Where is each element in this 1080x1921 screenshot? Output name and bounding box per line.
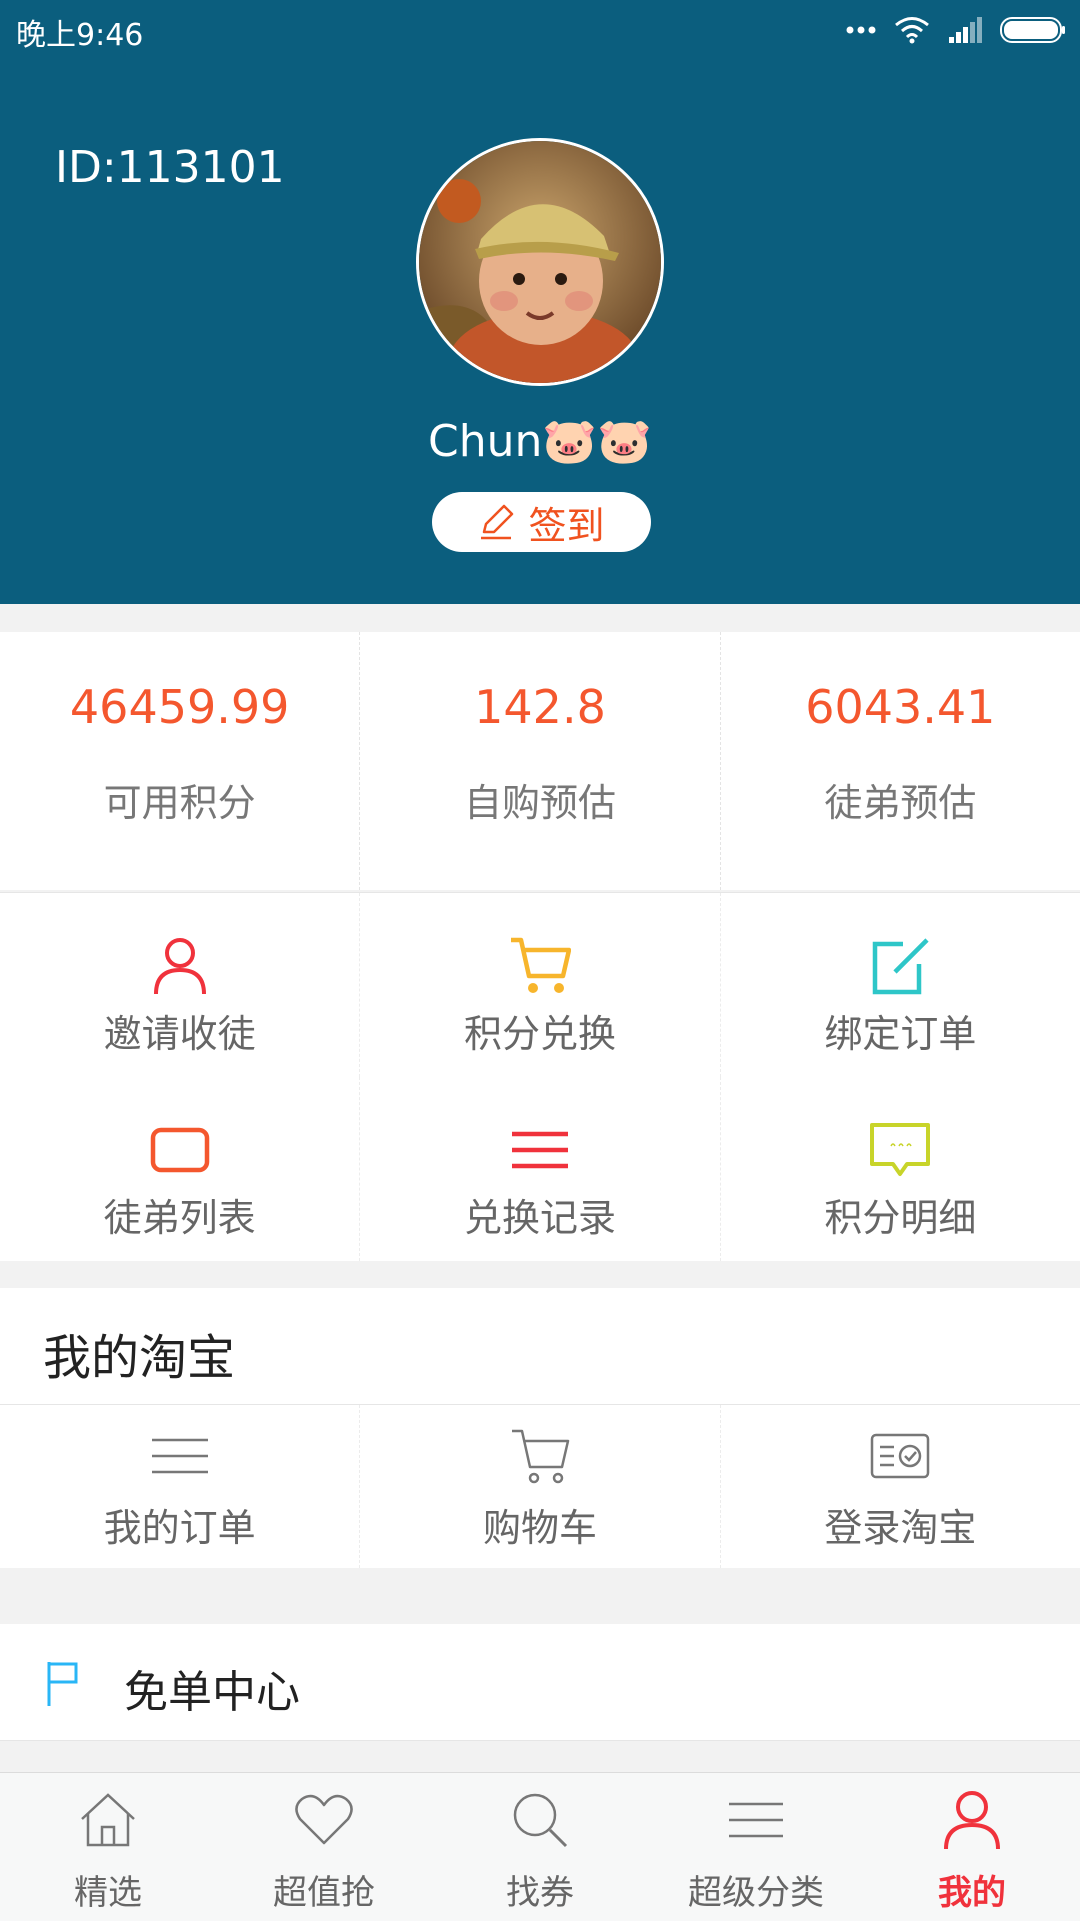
free-center-label: 免单中心	[124, 1667, 300, 1718]
stat-label: 可用积分	[103, 781, 256, 825]
tab-super-categories[interactable]: 超级分类	[648, 1773, 864, 1921]
login-card-icon	[871, 1433, 930, 1479]
action-grid: 邀请收徒 积分兑换 绑定订单 徒弟列表 兑换记录 积分明细	[0, 892, 1080, 1261]
status-bar: 晚上9:46	[0, 0, 1080, 60]
my-taobao-header: 我的淘宝	[0, 1288, 1080, 1405]
home-icon	[81, 1793, 135, 1847]
signin-label: 签到	[528, 503, 605, 548]
status-icons	[846, 14, 1066, 46]
profile-header: 晚上9:46 ID:113101 Chun🐷🐷 签到	[0, 0, 1080, 604]
user-icon	[944, 1791, 1000, 1850]
cell-label: 积分明细	[824, 1196, 977, 1240]
tab-mine[interactable]: 我的	[864, 1773, 1080, 1921]
taobao-actions: 我的订单 购物车 登录淘宝	[0, 1405, 1080, 1568]
stat-self-purchase-estimate[interactable]: 142.8 自购预估	[359, 632, 719, 890]
apprentice-list-button[interactable]: 徒弟列表	[0, 1077, 359, 1261]
list-icon	[511, 1131, 568, 1169]
pencil-icon	[481, 504, 514, 540]
username: Chun🐷🐷	[428, 416, 652, 467]
tab-great-deals[interactable]: 超值抢	[216, 1773, 432, 1921]
battery-icon	[1000, 17, 1065, 43]
cell-label: 登录淘宝	[824, 1506, 977, 1550]
tab-label: 我的	[938, 1873, 1006, 1913]
menu-icon	[729, 1802, 783, 1838]
user-id: ID:113101	[55, 142, 285, 193]
signin-button[interactable]: 签到	[432, 492, 651, 552]
bind-order-button[interactable]: 绑定订单	[719, 893, 1080, 1077]
tab-featured[interactable]: 精选	[0, 1773, 216, 1921]
login-taobao-button[interactable]: 登录淘宝	[719, 1405, 1080, 1568]
tab-label: 找券	[506, 1873, 574, 1913]
more-dots-icon	[846, 26, 876, 34]
bottom-tab-bar: 精选 超值抢 找券 超级分类 我的	[0, 1772, 1080, 1921]
stat-apprentice-estimate[interactable]: 6043.41 徒弟预估	[719, 632, 1080, 890]
person-icon	[153, 938, 206, 995]
cell-label: 我的订单	[103, 1506, 256, 1550]
edit-icon	[873, 938, 929, 995]
stat-label: 徒弟预估	[824, 781, 977, 825]
search-icon	[513, 1793, 568, 1848]
cell-label: 兑换记录	[463, 1196, 616, 1240]
stat-value: 6043.41	[805, 680, 996, 734]
cell-label: 购物车	[482, 1506, 597, 1550]
tab-find-coupons[interactable]: 找券	[432, 1773, 648, 1921]
my-orders-button[interactable]: 我的订单	[0, 1405, 359, 1568]
status-time: 晚上9:46	[16, 18, 144, 53]
points-detail-button[interactable]: 积分明细	[719, 1077, 1080, 1261]
cell-label: 邀请收徒	[103, 1012, 256, 1056]
stats-panel: 46459.99 可用积分 142.8 自购预估 6043.41 徒弟预估	[0, 632, 1080, 890]
cell-label: 徒弟列表	[103, 1196, 256, 1240]
cart-icon	[510, 937, 571, 993]
points-exchange-button[interactable]: 积分兑换	[359, 893, 719, 1077]
tab-label: 超值抢	[273, 1873, 375, 1913]
wifi-icon	[895, 17, 929, 44]
heart-icon	[295, 1794, 353, 1845]
stat-label: 自购预估	[463, 781, 616, 825]
shopping-cart-button[interactable]: 购物车	[359, 1405, 719, 1568]
tab-label: 超级分类	[688, 1873, 824, 1913]
message-icon	[870, 1123, 931, 1176]
flag-icon	[47, 1662, 78, 1706]
signal-icon	[949, 17, 982, 43]
cell-label: 绑定订单	[824, 1012, 977, 1056]
order-list-icon	[151, 1438, 208, 1474]
invite-apprentice-button[interactable]: 邀请收徒	[0, 893, 359, 1077]
avatar[interactable]	[416, 138, 664, 386]
tab-label: 精选	[74, 1873, 142, 1913]
stat-value: 46459.99	[69, 680, 290, 734]
cell-label: 积分兑换	[463, 1012, 616, 1056]
stat-value: 142.8	[474, 680, 606, 734]
free-order-center-row[interactable]: 免单中心	[0, 1624, 1080, 1741]
cart-outline-icon	[511, 1429, 570, 1484]
section-title: 我的淘宝	[43, 1330, 236, 1386]
exchange-records-button[interactable]: 兑换记录	[359, 1077, 719, 1261]
rectangle-icon	[150, 1127, 209, 1173]
stat-available-points[interactable]: 46459.99 可用积分	[0, 632, 359, 890]
